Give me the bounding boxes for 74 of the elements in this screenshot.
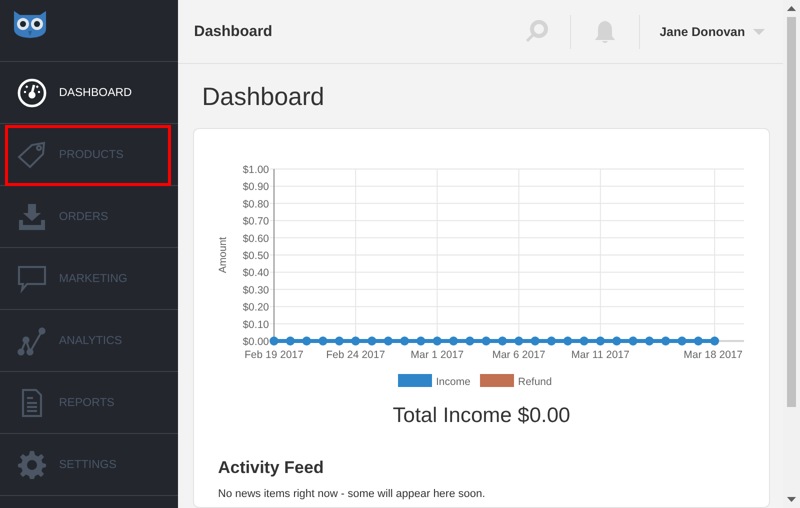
data-point xyxy=(270,336,278,346)
y-tick-label: $0.70 xyxy=(242,216,269,228)
x-tick-label: Mar 1 2017 xyxy=(410,349,464,361)
user-menu[interactable]: Jane Donovan xyxy=(660,24,745,38)
y-tick-label: $0.80 xyxy=(242,198,269,210)
settings-icon xyxy=(17,450,47,480)
caret-icon[interactable] xyxy=(753,28,765,34)
legend-label: Income xyxy=(436,376,470,388)
nav-item[interactable]: ANALYTICS xyxy=(0,310,178,372)
gauge-icon xyxy=(17,78,47,108)
data-point xyxy=(482,336,491,346)
x-tick-label: Mar 11 2017 xyxy=(571,349,630,361)
search-icon[interactable] xyxy=(524,20,548,44)
data-point xyxy=(400,336,410,346)
line-graph-icon xyxy=(17,326,47,356)
data-point xyxy=(416,336,426,346)
data-point xyxy=(334,336,344,346)
x-tick-label: Mar 6 2017 xyxy=(492,349,546,361)
data-point xyxy=(514,336,524,346)
data-point xyxy=(367,336,376,346)
total-income: Total Income $0.00 xyxy=(392,404,572,428)
data-point xyxy=(694,336,703,346)
y-tick-label: $0.10 xyxy=(242,318,269,331)
data-point xyxy=(596,336,605,346)
y-tick-label: $0.30 xyxy=(242,284,269,296)
data-point xyxy=(661,336,670,346)
y-tick-label: $0.20 xyxy=(242,302,269,314)
x-tick-label: Feb 19 2017 xyxy=(244,349,304,361)
data-point xyxy=(580,336,589,346)
data-point xyxy=(644,336,654,346)
nav-item[interactable]: SETTINGS xyxy=(0,434,178,496)
data-point xyxy=(432,336,442,346)
activity-feed-message: No news items right now - some will appear here soon. xyxy=(218,488,486,500)
data-point xyxy=(384,336,393,346)
data-point xyxy=(677,336,686,346)
header-title: Dashboard xyxy=(194,23,272,40)
data-point xyxy=(612,336,622,346)
data-point xyxy=(318,336,328,346)
data-point xyxy=(498,336,507,346)
x-tick-label: Feb 24 2017 xyxy=(326,349,386,361)
data-point xyxy=(710,336,720,346)
data-point xyxy=(465,336,474,346)
data-point xyxy=(628,336,638,346)
y-axis-label: Amount xyxy=(217,236,229,274)
y-tick-label: $1.00 xyxy=(242,164,269,176)
data-point xyxy=(530,336,540,346)
data-point xyxy=(302,336,312,346)
nav-item[interactable]: PRODUCTS xyxy=(0,124,178,186)
scrollbar-thumb[interactable] xyxy=(787,17,796,407)
y-tick-label: $0.40 xyxy=(242,267,269,280)
bell-icon[interactable] xyxy=(592,20,617,44)
y-tick-label: $0.00 xyxy=(242,336,269,348)
x-tick-label: Mar 18 2017 xyxy=(684,349,743,361)
speech-bubble-icon xyxy=(17,264,47,294)
data-point xyxy=(449,336,458,346)
tag-icon xyxy=(17,140,47,170)
download-tray-icon xyxy=(17,202,47,232)
activity-feed-title: Activity Feed xyxy=(218,458,325,478)
scroll-down-icon[interactable] xyxy=(787,497,796,502)
nav-item[interactable]: DASHBOARD xyxy=(0,62,178,124)
nav-item[interactable]: MARKETING xyxy=(0,248,178,310)
legend-label: Refund xyxy=(518,376,552,388)
data-point xyxy=(546,336,556,346)
y-tick-label: $0.50 xyxy=(242,250,269,262)
page-title: Dashboard xyxy=(202,83,326,112)
data-point xyxy=(286,336,295,346)
data-point xyxy=(563,336,572,346)
owl-logo-icon[interactable] xyxy=(12,8,48,38)
nav-item[interactable]: REPORTS xyxy=(0,372,178,434)
nav-item[interactable]: ORDERS xyxy=(0,186,178,248)
y-tick-label: $0.90 xyxy=(242,181,269,194)
scroll-up-icon[interactable] xyxy=(787,6,796,11)
y-tick-label: $0.60 xyxy=(242,232,269,245)
data-point xyxy=(351,336,360,346)
